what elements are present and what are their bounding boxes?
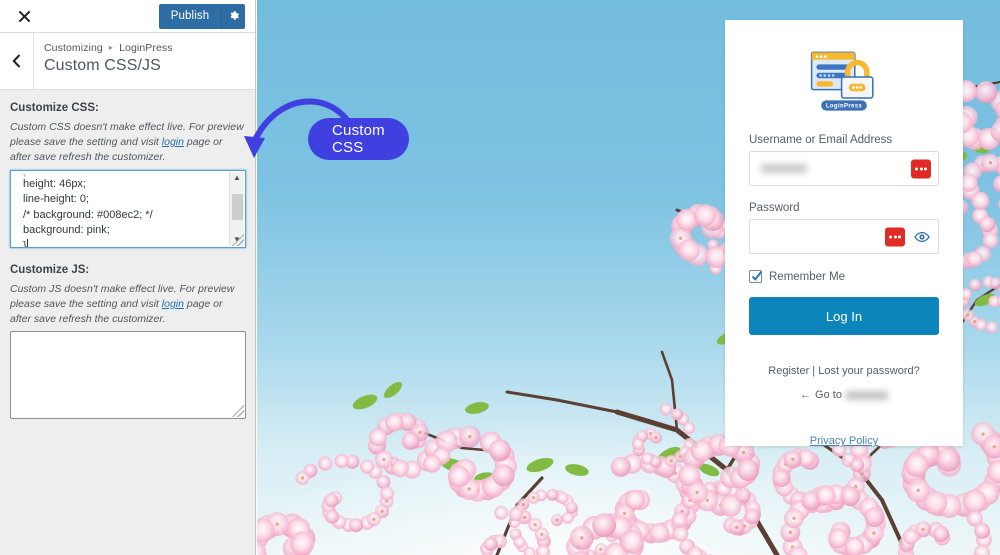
username-value-blurred (761, 164, 807, 174)
customize-js-label: Customize JS: (10, 263, 90, 276)
remember-me-label: Remember Me (769, 270, 846, 283)
customize-css-field-wrap: }height: 46px; line-height: 0; /* backgr… (10, 169, 246, 248)
scrollbar-thumb[interactable] (232, 193, 243, 220)
customize-css-textarea[interactable]: }height: 46px; line-height: 0; /* backgr… (10, 169, 246, 248)
customize-css-text: }height: 46px; line-height: 0; /* backgr… (11, 171, 229, 247)
scroll-down-icon[interactable]: ▼ (233, 234, 241, 246)
publish-button[interactable]: Publish (159, 3, 221, 29)
login-links: Register | Lost your password? ← Go to P… (749, 365, 939, 449)
password-input[interactable] (749, 219, 939, 255)
links-separator: | (812, 365, 816, 378)
register-link[interactable]: Register (768, 365, 809, 377)
site-name-blurred (845, 390, 888, 400)
gear-icon[interactable] (221, 3, 245, 29)
css-clipped-line: } (23, 172, 223, 177)
customizer-screen: LoginPress Username or Email Address Pas… (0, 0, 1000, 555)
loginpress-lock-logo: LoginPress (810, 51, 874, 111)
username-label: Username or Email Address (749, 134, 893, 147)
links-row: Register | Lost your password? (749, 365, 939, 377)
page-title: Custom CSS/JS (44, 57, 161, 74)
customize-js-field-wrap (10, 331, 246, 420)
password-manager-icon[interactable] (911, 159, 931, 179)
log-in-button[interactable]: Log In (749, 297, 939, 336)
password-label: Password (749, 202, 800, 215)
back-arrow-icon: ← (800, 389, 812, 402)
logo-text: LoginPress (826, 104, 863, 110)
customize-css-label: Customize CSS: (10, 102, 99, 114)
customize-js-textarea[interactable] (10, 331, 246, 420)
customizer-breadcrumb-bar: Customizing ▸ LoginPress Custom CSS/JS (0, 33, 255, 90)
js-login-link[interactable]: login (162, 298, 184, 310)
scroll-up-icon[interactable]: ▲ (233, 172, 241, 184)
breadcrumb-section[interactable]: LoginPress (119, 42, 173, 54)
css-value: height: 46px; line-height: 0; /* backgro… (23, 177, 153, 247)
css-textarea-scrollbar[interactable]: ▲ ▼ (229, 171, 244, 246)
breadcrumb: Customizing ▸ LoginPress (44, 42, 173, 54)
breadcrumb-root[interactable]: Customizing (44, 42, 103, 54)
resize-grip[interactable] (232, 405, 244, 418)
customizer-titles: Customizing ▸ LoginPress Custom CSS/JS (34, 33, 173, 89)
close-icon[interactable] (8, 0, 40, 32)
customizer-controls: Customize CSS: Custom CSS doesn't make e… (0, 90, 255, 420)
customizer-preview-frame[interactable]: LoginPress Username or Email Address Pas… (257, 0, 1000, 555)
css-login-link[interactable]: login (162, 136, 184, 148)
privacy-policy-link[interactable]: Privacy Policy (810, 435, 878, 447)
login-form-card: LoginPress Username or Email Address Pas… (725, 20, 963, 449)
lost-password-link[interactable]: Lost your password? (818, 365, 920, 377)
go-to-label: Go to (815, 389, 842, 402)
chevron-left-icon[interactable] (0, 33, 34, 89)
callout-label: Custom CSS (332, 122, 385, 156)
go-to-site-row[interactable]: ← Go to (749, 389, 939, 401)
privacy-policy-row: Privacy Policy (749, 431, 939, 449)
breadcrumb-separator-icon: ▸ (108, 43, 114, 52)
publish-group: Publish (159, 0, 255, 33)
customizer-header: Publish (0, 0, 255, 33)
customize-css-description: Custom CSS doesn't make effect live. For… (10, 120, 245, 165)
logo-wrap: LoginPress (749, 50, 939, 112)
remember-me-row[interactable]: Remember Me (749, 270, 939, 284)
callout-pill[interactable]: Custom CSS (308, 118, 409, 160)
customize-js-description: Custom JS doesn't make effect live. For … (10, 282, 245, 327)
username-input[interactable] (749, 151, 939, 187)
customizer-sidebar: Publish Customizing ▸ LoginPress Custom … (0, 0, 256, 555)
eye-icon[interactable] (914, 231, 930, 243)
password-manager-icon[interactable] (885, 227, 905, 247)
remember-me-checkbox[interactable] (749, 270, 763, 284)
text-caret (26, 238, 28, 247)
